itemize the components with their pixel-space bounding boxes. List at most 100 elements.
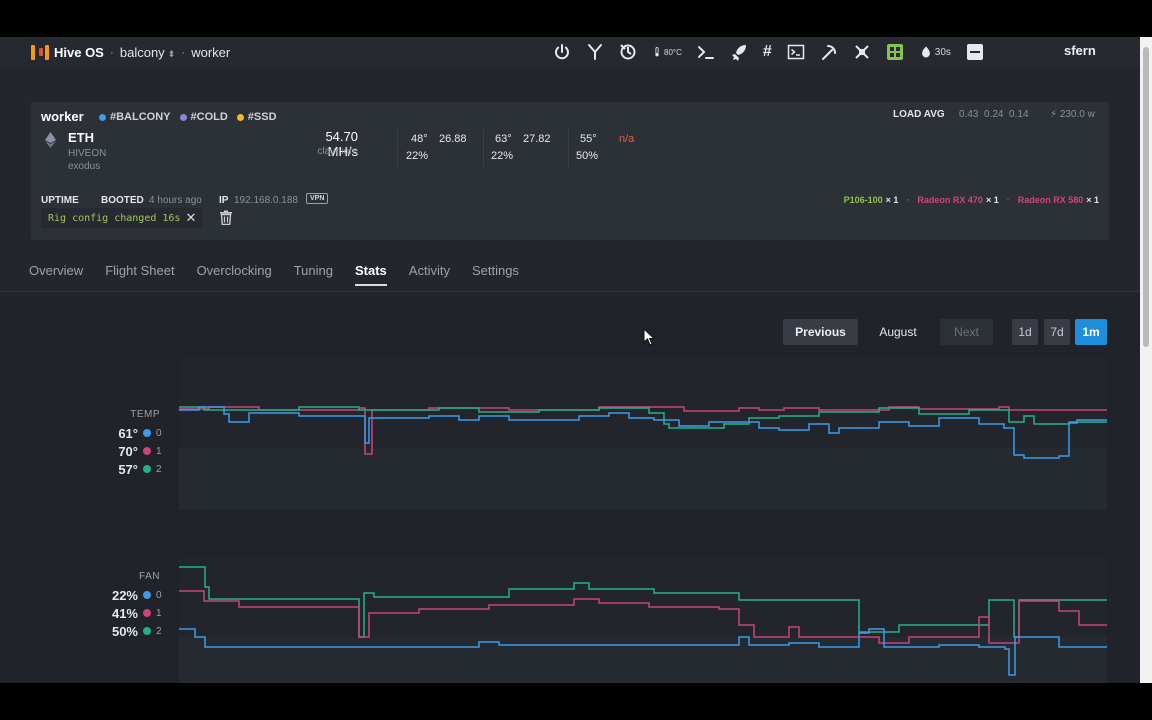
booted-value: 4 hours ago <box>149 195 202 206</box>
tab-activity[interactable]: Activity <box>409 263 450 286</box>
temp-chart <box>179 358 1107 510</box>
close-icon[interactable]: ✕ <box>185 210 196 226</box>
current-month: August <box>879 325 917 339</box>
legend-dot <box>143 627 151 635</box>
breadcrumb-farm[interactable]: balcony ⬍ <box>120 45 175 60</box>
rocket-icon[interactable] <box>730 42 748 62</box>
gpu-stat-1[interactable]: 63° 27.82 22% <box>483 129 563 167</box>
separator: · <box>1006 195 1010 205</box>
range-7d-button[interactable]: 7d <box>1044 319 1070 345</box>
fan-legend-0: 22% 0 <box>96 587 162 603</box>
power-icon: ⚡ <box>1050 109 1060 120</box>
hive-logo-icon <box>31 43 51 61</box>
tab-stats[interactable]: Stats <box>354 263 387 286</box>
gpu-model-count: × 1 <box>1086 195 1099 205</box>
breadcrumb-separator: · <box>181 45 186 59</box>
farm-switch-icon[interactable]: ⬍ <box>168 49 176 59</box>
network-icon[interactable] <box>853 42 871 62</box>
tag-cold[interactable]: #COLD <box>179 111 228 123</box>
fan-legend-2: 50% 2 <box>96 623 162 639</box>
gpu-model-count: × 1 <box>885 195 899 205</box>
temp-limit-badge: 80°C <box>664 47 682 57</box>
brand-name: Hive OS <box>54 44 104 60</box>
pickaxe-icon[interactable] <box>820 42 838 62</box>
load-avg-values: 0.43 0.24 0.14 <box>959 109 1029 120</box>
worker-tags: #BALCONY #COLD #SSD <box>99 111 286 123</box>
hash-icon[interactable]: # <box>763 42 772 62</box>
gpu-fan: 22% <box>491 150 514 162</box>
ip-label: IP <box>219 195 229 206</box>
temp-legend-1: 70° 1 <box>96 443 162 459</box>
tag-dot <box>236 113 244 121</box>
fan-chart <box>179 557 1107 683</box>
vpn-badge: VPN <box>306 193 329 204</box>
legend-index: 0 <box>156 589 162 601</box>
gpu-hashrate: 27.82 <box>523 133 551 145</box>
worker-name[interactable]: worker <box>41 109 84 124</box>
trash-icon[interactable] <box>219 210 233 225</box>
tools-icon[interactable] <box>586 42 604 62</box>
gpu-temp: 63° <box>495 133 512 145</box>
user-menu[interactable]: sfern <box>1064 43 1096 58</box>
reboot-icon[interactable] <box>619 42 637 62</box>
legend-dot <box>143 609 151 617</box>
tab-overclocking[interactable]: Overclocking <box>197 263 272 286</box>
gpu-fan: 50% <box>576 150 599 162</box>
legend-index: 1 <box>156 445 162 457</box>
tab-overview[interactable]: Overview <box>29 263 83 286</box>
page-scrollbar[interactable] <box>1140 37 1152 683</box>
legend-index: 2 <box>156 625 162 637</box>
range-1d-button[interactable]: 1d <box>1012 319 1038 345</box>
tag-dot <box>179 113 187 121</box>
separator: · <box>906 195 910 205</box>
power-draw: ⚡ 230.0 w <box>1050 109 1095 120</box>
uptime-label: UPTIME <box>41 195 79 206</box>
tab-tuning[interactable]: Tuning <box>294 263 333 286</box>
gpu-model-1: Radeon RX 470 × 1 <box>917 195 998 205</box>
legend-dot <box>143 591 151 599</box>
worker-actions: 80°C # 30s <box>553 42 999 62</box>
gpu-model-count: × 1 <box>985 195 999 205</box>
menu-icon[interactable] <box>966 42 984 62</box>
legend-value: 61° <box>118 425 138 441</box>
gpu-temp: 48° <box>411 133 428 145</box>
tag-ssd[interactable]: #SSD <box>236 111 277 123</box>
tag-dot <box>99 113 106 121</box>
temp-chart-fill <box>179 448 1107 510</box>
app-window: Hive OS · balcony ⬍ · worker 80°C # 30s … <box>0 37 1140 683</box>
legend-value: 70° <box>118 443 138 459</box>
miner-name: claymore <box>317 146 358 157</box>
previous-button[interactable]: Previous <box>783 319 858 345</box>
gpu-model-name: P106-100 <box>843 195 883 205</box>
legend-value: 50% <box>111 623 138 639</box>
gpu-temp: 55° <box>580 133 597 145</box>
console-icon[interactable] <box>787 42 805 62</box>
power-icon[interactable] <box>553 42 571 62</box>
gpu-stat-0[interactable]: 48° 26.88 22% <box>397 129 477 167</box>
load-avg-label: LOAD AVG <box>893 109 945 120</box>
farm-name: balcony <box>119 44 165 60</box>
next-button[interactable]: Next <box>940 319 993 345</box>
legend-dot <box>143 447 151 455</box>
worker-card: worker #BALCONY #COLD #SSD ETH HIVEON ex… <box>31 102 1109 240</box>
tag-balcony[interactable]: #BALCONY <box>99 111 171 123</box>
breadcrumb-worker[interactable]: worker <box>191 45 230 60</box>
tab-settings[interactable]: Settings <box>472 263 519 286</box>
legend-index: 0 <box>156 427 162 439</box>
terminal-icon[interactable] <box>697 42 715 62</box>
gpu-grid-icon[interactable] <box>886 42 904 62</box>
fan-chart-fill <box>179 637 1107 683</box>
logo[interactable]: Hive OS <box>31 43 104 61</box>
mouse-cursor-icon <box>643 328 655 346</box>
temp-chart-label: TEMP <box>130 409 160 420</box>
legend-value: 22% <box>111 587 138 603</box>
tab-flight-sheet[interactable]: Flight Sheet <box>105 263 174 286</box>
gpu-stat-2[interactable]: 55° n/a 50% <box>568 129 648 167</box>
scrollbar-thumb[interactable] <box>1143 47 1149 347</box>
watchdog-icon[interactable]: 30s <box>919 42 951 62</box>
range-1m-button[interactable]: 1m <box>1075 319 1107 345</box>
gpu-hashrate: n/a <box>619 133 635 145</box>
coin-name: ETH <box>68 130 94 145</box>
pool-name: HIVEON <box>68 148 107 159</box>
thermometer-icon[interactable]: 80°C <box>652 42 682 62</box>
